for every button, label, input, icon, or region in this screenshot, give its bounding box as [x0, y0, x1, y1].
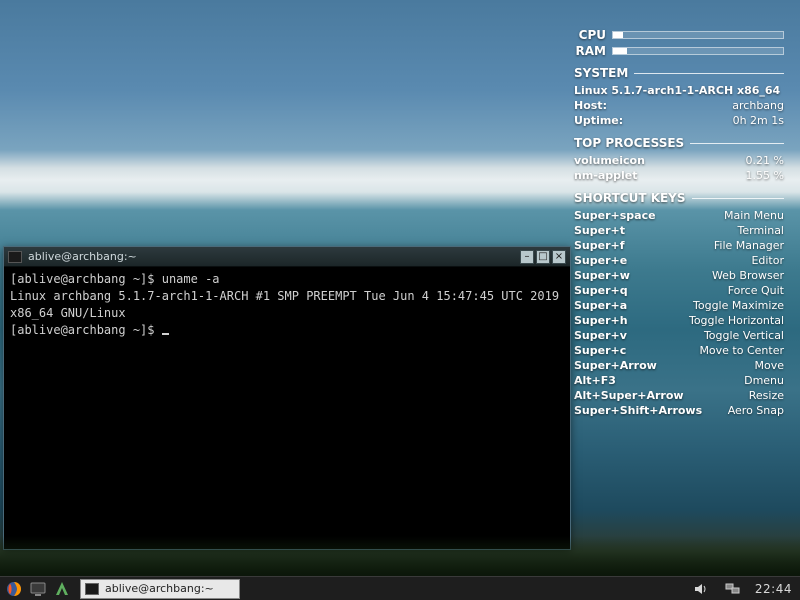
shortcut-keys-list: Super+spaceMain MenuSuper+tTerminalSuper… — [574, 208, 784, 418]
system-info-panel: CPU RAM SYSTEM Linux 5.1.7-arch1-1-ARCH … — [574, 28, 784, 418]
terminal-cursor — [162, 333, 169, 335]
ram-label: RAM — [574, 44, 606, 58]
ram-meter: RAM — [574, 44, 784, 58]
terminal-window[interactable]: ablive@archbang:~ – □ × [ablive@archbang… — [3, 246, 571, 550]
shortcut-row: Super+spaceMain Menu — [574, 208, 784, 223]
process-row: nm-applet1.55 % — [574, 168, 784, 183]
terminal-icon — [8, 251, 22, 263]
ram-bar-fill — [613, 48, 627, 54]
ram-bar — [612, 47, 784, 55]
taskbar-item-label: ablive@archbang:~ — [105, 582, 214, 595]
shortcut-row: Super+fFile Manager — [574, 238, 784, 253]
network-icon[interactable] — [723, 579, 743, 599]
taskbar[interactable]: ablive@archbang:~ 22:44 — [0, 576, 800, 600]
cpu-meter: CPU — [574, 28, 784, 42]
kernel-line: Linux 5.1.7-arch1-1-ARCH x86_64 — [574, 83, 784, 98]
shortcut-row: Super+hToggle Horizontal — [574, 313, 784, 328]
window-title: ablive@archbang:~ — [28, 250, 518, 263]
top-processes-list: volumeicon0.21 %nm-applet1.55 % — [574, 153, 784, 183]
shortcut-row: Super+qForce Quit — [574, 283, 784, 298]
volume-icon[interactable] — [691, 579, 711, 599]
terminal-body[interactable]: [ablive@archbang ~]$ uname -a Linux arch… — [4, 267, 570, 343]
window-titlebar[interactable]: ablive@archbang:~ – □ × — [4, 247, 570, 267]
cpu-bar-fill — [613, 32, 623, 38]
uptime-line: Uptime: 0h 2m 1s — [574, 113, 784, 128]
shortcut-row: Super+cMove to Center — [574, 343, 784, 358]
shortcut-row: Super+vToggle Vertical — [574, 328, 784, 343]
shortcut-row: Super+ArrowMove — [574, 358, 784, 373]
system-header: SYSTEM — [574, 66, 784, 80]
shortcut-keys-header: SHORTCUT KEYS — [574, 191, 784, 205]
minimize-button[interactable]: – — [520, 250, 534, 264]
host-line: Host: archbang — [574, 98, 784, 113]
shortcut-row: Super+eEditor — [574, 253, 784, 268]
cpu-label: CPU — [574, 28, 606, 42]
system-tray: 22:44 — [691, 579, 792, 599]
archbang-launcher[interactable] — [52, 579, 72, 599]
clock[interactable]: 22:44 — [755, 582, 792, 596]
cpu-bar — [612, 31, 784, 39]
process-row: volumeicon0.21 % — [574, 153, 784, 168]
close-button[interactable]: × — [552, 250, 566, 264]
shortcut-row: Super+tTerminal — [574, 223, 784, 238]
shortcut-row: Super+aToggle Maximize — [574, 298, 784, 313]
taskbar-item-terminal[interactable]: ablive@archbang:~ — [80, 579, 240, 599]
firefox-launcher[interactable] — [4, 579, 24, 599]
shortcut-row: Super+Shift+ArrowsAero Snap — [574, 403, 784, 418]
maximize-button[interactable]: □ — [536, 250, 550, 264]
shortcut-row: Alt+Super+ArrowResize — [574, 388, 784, 403]
terminal-icon — [85, 583, 99, 595]
top-processes-header: TOP PROCESSES — [574, 136, 784, 150]
shortcut-row: Alt+F3Dmenu — [574, 373, 784, 388]
monitor-launcher[interactable] — [28, 579, 48, 599]
shortcut-row: Super+wWeb Browser — [574, 268, 784, 283]
